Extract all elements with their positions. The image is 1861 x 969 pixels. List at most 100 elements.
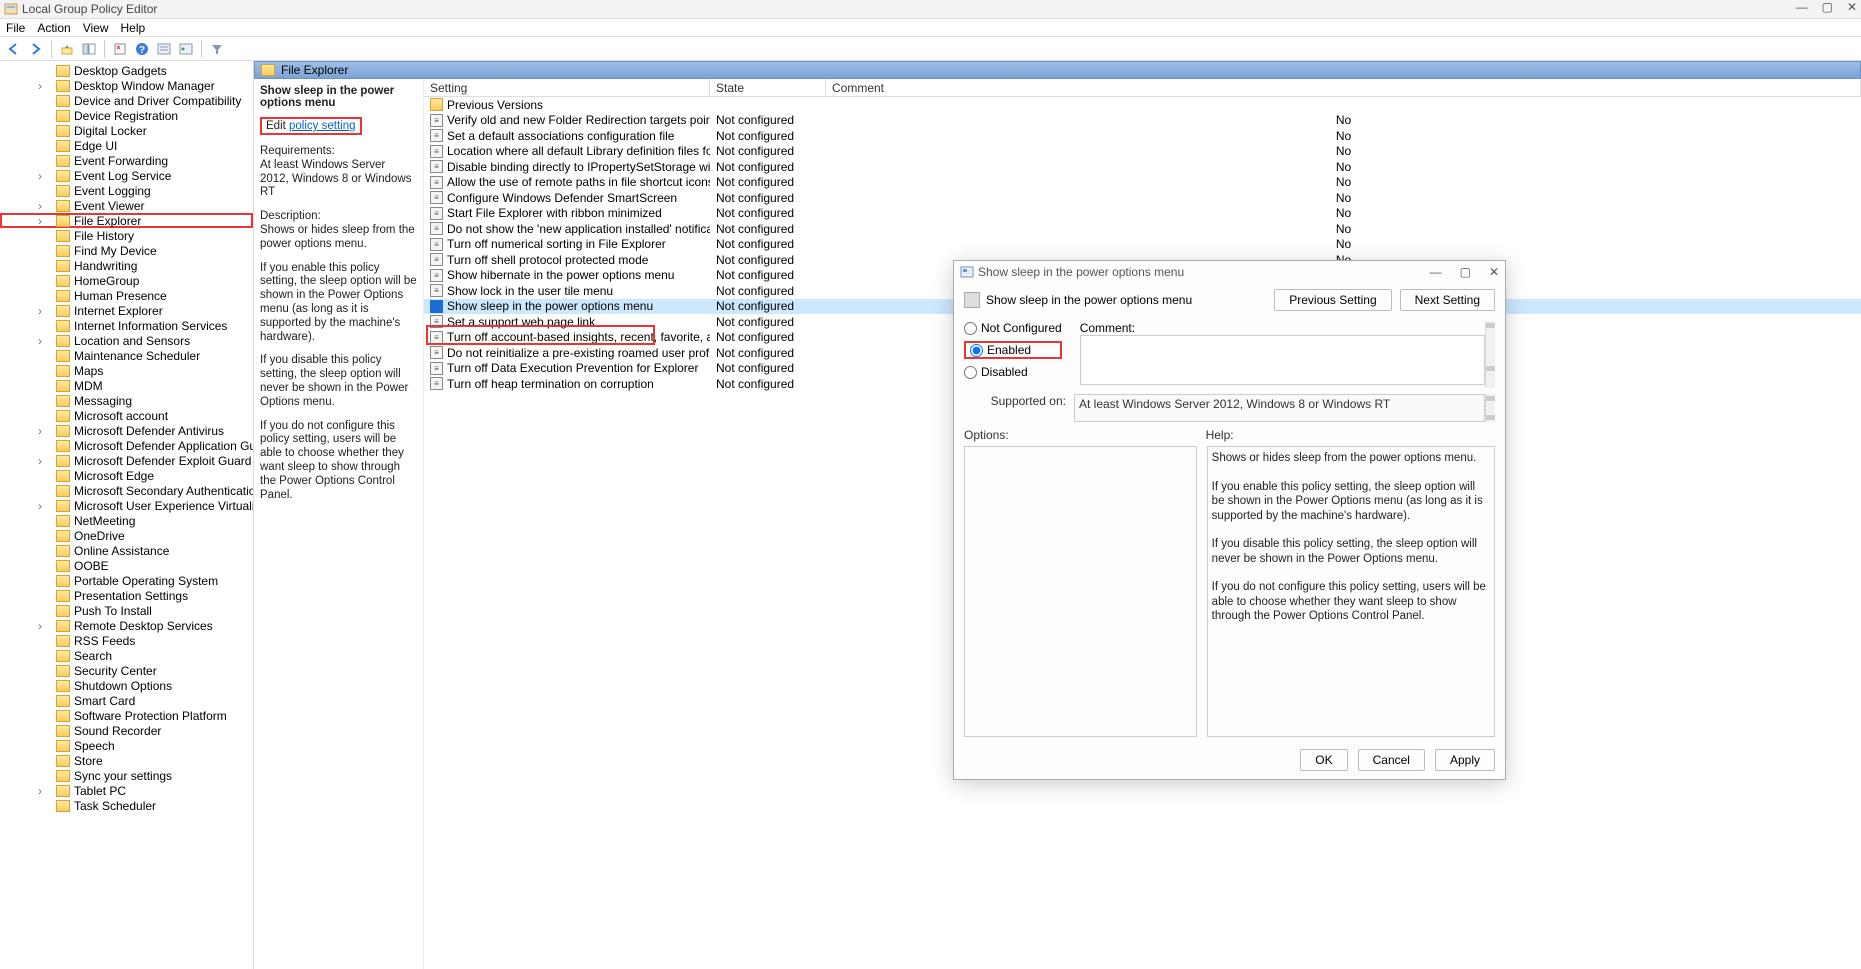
tree-item[interactable]: RSS Feeds bbox=[0, 633, 253, 648]
radio-not-configured[interactable]: Not Configured bbox=[964, 321, 1062, 335]
tree-item[interactable]: Microsoft Defender Application Guard bbox=[0, 438, 253, 453]
tree-item[interactable]: Portable Operating System bbox=[0, 573, 253, 588]
configured-settings-icon[interactable] bbox=[176, 39, 196, 59]
tree-pane[interactable]: Desktop GadgetsDesktop Window ManagerDev… bbox=[0, 61, 254, 969]
tree-item[interactable]: Tablet PC bbox=[0, 783, 253, 798]
column-comment[interactable]: Comment bbox=[826, 79, 1861, 96]
tree-item[interactable]: Location and Sensors bbox=[0, 333, 253, 348]
show-hide-console-tree-icon[interactable] bbox=[79, 39, 99, 59]
radio-enabled[interactable]: Enabled bbox=[964, 341, 1062, 359]
cancel-button[interactable]: Cancel bbox=[1358, 749, 1425, 771]
tree-item[interactable]: HomeGroup bbox=[0, 273, 253, 288]
radio-disabled[interactable]: Disabled bbox=[964, 365, 1062, 379]
tree-item[interactable]: Edge UI bbox=[0, 138, 253, 153]
list-row[interactable]: ≡Start File Explorer with ribbon minimiz… bbox=[424, 206, 1861, 222]
list-row[interactable]: ≡Turn off numerical sorting in File Expl… bbox=[424, 237, 1861, 253]
tree-item[interactable]: Messaging bbox=[0, 393, 253, 408]
tree-item[interactable]: Microsoft account bbox=[0, 408, 253, 423]
dialog-minimize-icon[interactable]: — bbox=[1430, 265, 1442, 279]
tree-item[interactable]: Event Logging bbox=[0, 183, 253, 198]
dialog-maximize-icon[interactable]: ▢ bbox=[1460, 265, 1471, 279]
tree-item[interactable]: Online Assistance bbox=[0, 543, 253, 558]
menu-file[interactable]: File bbox=[6, 21, 25, 35]
minimize-icon[interactable]: — bbox=[1796, 0, 1808, 14]
tree-item[interactable]: Security Center bbox=[0, 663, 253, 678]
supported-scroll[interactable] bbox=[1485, 394, 1495, 422]
tree-item[interactable]: Microsoft Defender Antivirus bbox=[0, 423, 253, 438]
menu-action[interactable]: Action bbox=[37, 21, 70, 35]
tree-item[interactable]: File Explorer bbox=[0, 213, 253, 228]
apply-button[interactable]: Apply bbox=[1435, 749, 1495, 771]
back-arrow-icon[interactable] bbox=[4, 39, 24, 59]
column-setting[interactable]: Setting bbox=[424, 79, 710, 96]
tree-item[interactable]: Internet Information Services bbox=[0, 318, 253, 333]
tree-item[interactable]: MDM bbox=[0, 378, 253, 393]
tree-item[interactable]: OneDrive bbox=[0, 528, 253, 543]
tree-item[interactable]: Smart Card bbox=[0, 693, 253, 708]
previous-setting-button[interactable]: Previous Setting bbox=[1274, 289, 1391, 311]
tree-item[interactable]: Sound Recorder bbox=[0, 723, 253, 738]
tree-item[interactable]: Event Forwarding bbox=[0, 153, 253, 168]
list-row[interactable]: ≡Disable binding directly to IPropertySe… bbox=[424, 159, 1861, 175]
tree-item[interactable]: Push To Install bbox=[0, 603, 253, 618]
all-settings-icon[interactable] bbox=[154, 39, 174, 59]
tree-item[interactable]: Presentation Settings bbox=[0, 588, 253, 603]
list-row[interactable]: ≡Configure Windows Defender SmartScreenN… bbox=[424, 190, 1861, 206]
list-row[interactable]: Previous Versions bbox=[424, 97, 1861, 113]
help-icon[interactable]: ? bbox=[132, 39, 152, 59]
edit-policy-link[interactable]: policy setting bbox=[289, 120, 355, 132]
tree-item[interactable]: Find My Device bbox=[0, 243, 253, 258]
forward-arrow-icon[interactable] bbox=[26, 39, 46, 59]
tree-item[interactable]: File History bbox=[0, 228, 253, 243]
tree-item[interactable]: Human Presence bbox=[0, 288, 253, 303]
help-pane[interactable]: Shows or hides sleep from the power opti… bbox=[1207, 446, 1495, 737]
tree-item[interactable]: Event Log Service bbox=[0, 168, 253, 183]
tree-item[interactable]: Handwriting bbox=[0, 258, 253, 273]
export-list-icon[interactable] bbox=[110, 39, 130, 59]
menu-help[interactable]: Help bbox=[121, 21, 146, 35]
tree-item[interactable]: Event Viewer bbox=[0, 198, 253, 213]
up-level-icon[interactable] bbox=[57, 39, 77, 59]
close-icon[interactable]: ✕ bbox=[1847, 0, 1857, 14]
comment-textarea[interactable] bbox=[1080, 335, 1485, 385]
tree-item[interactable]: Task Scheduler bbox=[0, 798, 253, 813]
next-setting-button[interactable]: Next Setting bbox=[1400, 289, 1495, 311]
radio-not-configured-input[interactable] bbox=[964, 322, 977, 335]
tree-item[interactable]: Microsoft User Experience Virtualization bbox=[0, 498, 253, 513]
tree-item[interactable]: Microsoft Defender Exploit Guard bbox=[0, 453, 253, 468]
tree-item[interactable]: Internet Explorer bbox=[0, 303, 253, 318]
dialog-close-icon[interactable]: ✕ bbox=[1489, 265, 1499, 279]
ok-button[interactable]: OK bbox=[1300, 749, 1347, 771]
tree-item[interactable]: Desktop Window Manager bbox=[0, 78, 253, 93]
comment-scroll[interactable] bbox=[1485, 321, 1495, 388]
tree-item[interactable]: Speech bbox=[0, 738, 253, 753]
list-row[interactable]: ≡Verify old and new Folder Redirection t… bbox=[424, 113, 1861, 129]
tree-item[interactable]: Software Protection Platform bbox=[0, 708, 253, 723]
tree-item[interactable]: Device and Driver Compatibility bbox=[0, 93, 253, 108]
tree-item[interactable]: Shutdown Options bbox=[0, 678, 253, 693]
tree-item[interactable]: Device Registration bbox=[0, 108, 253, 123]
column-state[interactable]: State bbox=[710, 79, 826, 96]
tree-item[interactable]: Maintenance Scheduler bbox=[0, 348, 253, 363]
radio-enabled-input[interactable] bbox=[970, 344, 983, 357]
list-row[interactable]: ≡Do not show the 'new application instal… bbox=[424, 221, 1861, 237]
maximize-icon[interactable]: ▢ bbox=[1822, 0, 1833, 14]
tree-item[interactable]: OOBE bbox=[0, 558, 253, 573]
radio-disabled-input[interactable] bbox=[964, 366, 977, 379]
list-row[interactable]: ≡Allow the use of remote paths in file s… bbox=[424, 175, 1861, 191]
tree-item[interactable]: Remote Desktop Services bbox=[0, 618, 253, 633]
list-row[interactable]: ≡Set a default associations configuratio… bbox=[424, 128, 1861, 144]
filter-icon[interactable] bbox=[207, 39, 227, 59]
tree-item[interactable]: Microsoft Secondary Authentication Facto… bbox=[0, 483, 253, 498]
list-row[interactable]: ≡Location where all default Library defi… bbox=[424, 144, 1861, 160]
tree-item[interactable]: Desktop Gadgets bbox=[0, 63, 253, 78]
tree-item[interactable]: Sync your settings bbox=[0, 768, 253, 783]
tree-item[interactable]: Maps bbox=[0, 363, 253, 378]
menu-view[interactable]: View bbox=[83, 21, 109, 35]
tree-item[interactable]: Search bbox=[0, 648, 253, 663]
options-pane[interactable] bbox=[964, 446, 1197, 737]
tree-item[interactable]: Microsoft Edge bbox=[0, 468, 253, 483]
tree-item[interactable]: Digital Locker bbox=[0, 123, 253, 138]
tree-item[interactable]: Store bbox=[0, 753, 253, 768]
tree-item[interactable]: NetMeeting bbox=[0, 513, 253, 528]
